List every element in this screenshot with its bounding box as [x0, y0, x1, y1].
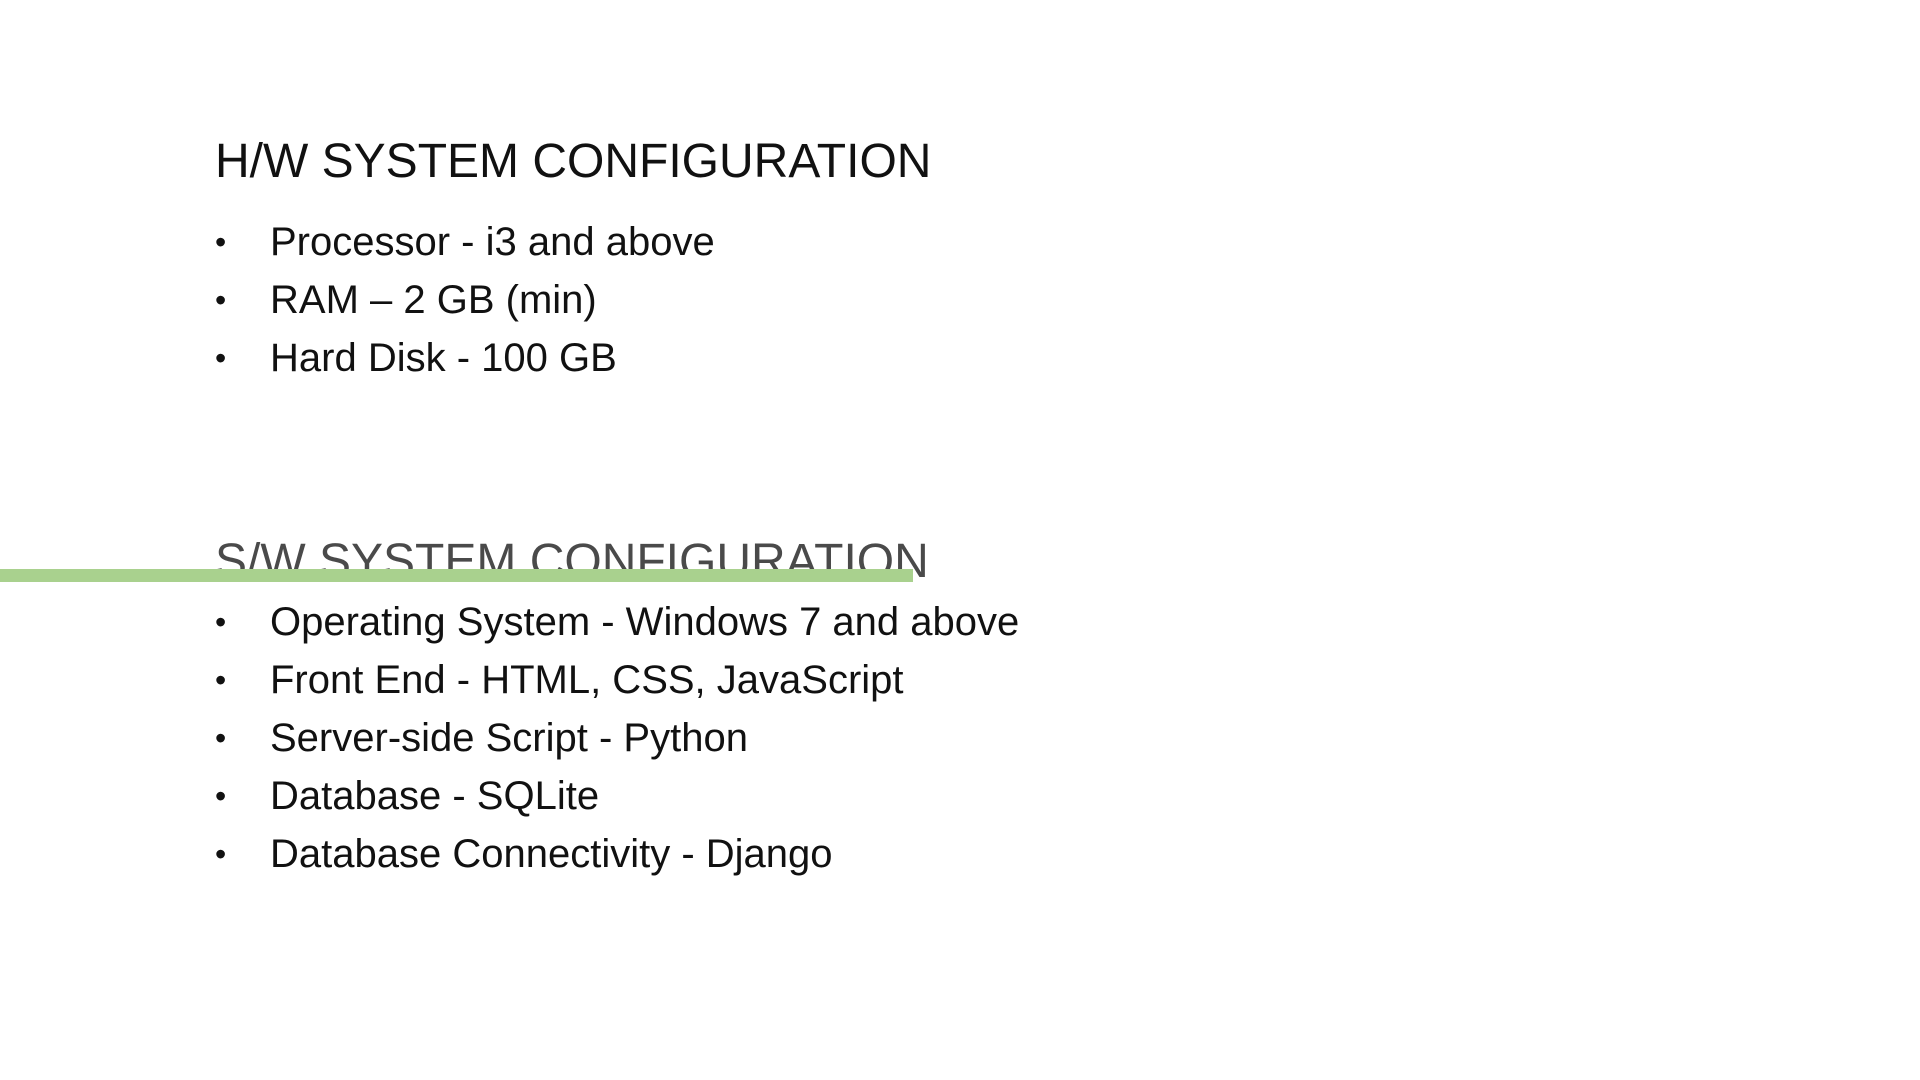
bullet-icon: •	[215, 836, 227, 872]
software-item-server-script: • Server-side Script - Python	[215, 709, 1019, 767]
hardware-item-label: RAM – 2 GB (min)	[270, 277, 597, 322]
software-item-label: Operating System - Windows 7 and above	[270, 599, 1020, 644]
software-item-db-connectivity: • Database Connectivity - Django	[215, 825, 1019, 883]
software-item-label: Database - SQLite	[270, 773, 600, 818]
software-item-label: Front End - HTML, CSS, JavaScript	[270, 657, 904, 702]
software-list: • Operating System - Windows 7 and above…	[215, 593, 1019, 883]
bullet-icon: •	[215, 340, 227, 376]
software-item-os: • Operating System - Windows 7 and above	[215, 593, 1019, 651]
hardware-item-ram: • RAM – 2 GB (min)	[215, 271, 715, 329]
hardware-item-hard-disk: • Hard Disk - 100 GB	[215, 329, 715, 387]
hardware-heading: H/W SYSTEM CONFIGURATION	[215, 135, 932, 188]
software-item-front-end: • Front End - HTML, CSS, JavaScript	[215, 651, 1019, 709]
hardware-list: • Processor - i3 and above • RAM – 2 GB …	[215, 213, 715, 387]
software-item-database: • Database - SQLite	[215, 767, 1019, 825]
bullet-icon: •	[215, 604, 227, 640]
bullet-icon: •	[215, 778, 227, 814]
slide: H/W SYSTEM CONFIGURATION • Processor - i…	[0, 0, 1920, 1080]
accent-divider-bar	[0, 569, 913, 582]
hardware-item-processor: • Processor - i3 and above	[215, 213, 715, 271]
bullet-icon: •	[215, 720, 227, 756]
hardware-item-label: Processor - i3 and above	[270, 219, 715, 264]
hardware-item-label: Hard Disk - 100 GB	[270, 335, 617, 380]
bullet-icon: •	[215, 662, 227, 698]
bullet-icon: •	[215, 224, 227, 260]
bullet-icon: •	[215, 282, 227, 318]
software-item-label: Server-side Script - Python	[270, 715, 748, 760]
software-item-label: Database Connectivity - Django	[270, 831, 833, 876]
